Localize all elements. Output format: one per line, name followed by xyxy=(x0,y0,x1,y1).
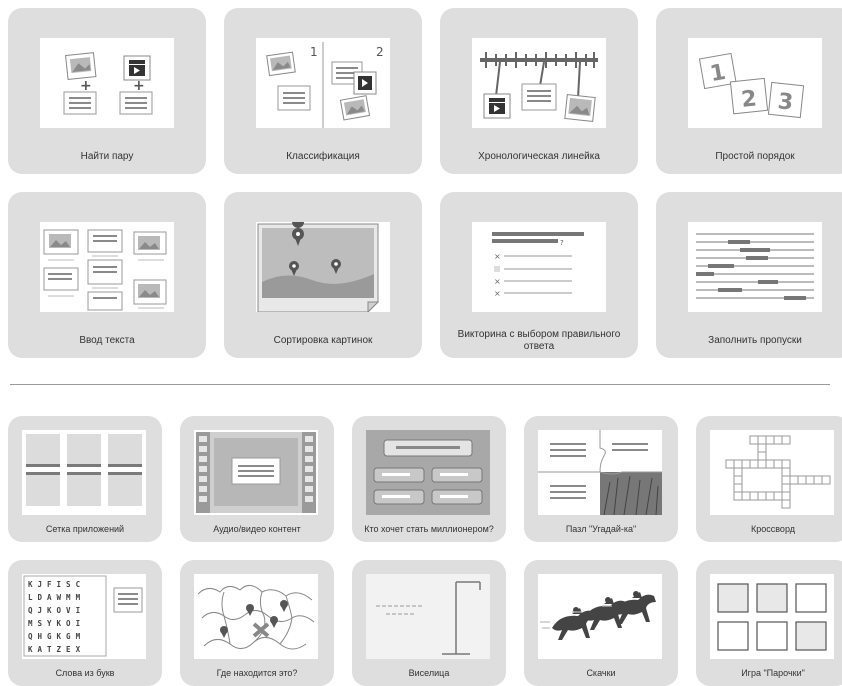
word-grid-row: QJKOVI xyxy=(28,606,85,615)
template-label: Заполнить пропуски xyxy=(708,335,802,346)
word-grid-row: QHGKGM xyxy=(28,632,85,641)
crossword-icon xyxy=(710,430,834,515)
word-grid-row: KJFISC xyxy=(28,580,85,589)
timeline-icon xyxy=(472,38,606,128)
template-label: Кто хочет стать миллионером? xyxy=(364,524,494,534)
order-number-3: 3 xyxy=(776,89,794,115)
template-label: Виселица xyxy=(408,668,450,678)
puzzle-icon xyxy=(538,430,662,515)
template-classification[interactable]: 1 2 Классификация xyxy=(224,8,422,174)
template-label: Сортировка картинок xyxy=(273,335,373,346)
template-millionaire[interactable]: Кто хочет стать миллионером? xyxy=(352,416,506,542)
template-label: Сетка приложений xyxy=(45,524,125,534)
template-simple-order[interactable]: 1 2 3 Простой порядок xyxy=(656,8,842,174)
template-label: Ввод текста xyxy=(79,335,135,346)
horse-race-icon xyxy=(538,574,662,659)
template-label: Игра "Парочки" xyxy=(741,668,805,678)
template-label: Хронологическая линейка xyxy=(478,151,600,162)
template-label: Слова из букв xyxy=(55,668,115,678)
template-label: Аудио/видео контент xyxy=(213,524,301,534)
multiple-choice-quiz-icon: ? × × × xyxy=(472,222,606,312)
template-label: Простой порядок xyxy=(715,151,795,162)
template-hangman[interactable]: Виселица xyxy=(352,560,506,686)
classification-icon: 1 2 xyxy=(256,38,390,128)
word-grid-icon: KJFISC LDAWMM QJKOVI MSYKOI QHGKGM KATZE… xyxy=(22,574,146,659)
image-sort-icon xyxy=(256,222,390,312)
section-divider xyxy=(10,384,830,385)
template-memory-pairs[interactable]: Игра "Парочки" xyxy=(696,560,842,686)
template-label: Пазл "Угадай-ка" xyxy=(565,524,637,534)
template-fill-blanks[interactable]: Заполнить пропуски xyxy=(656,192,842,358)
audio-video-icon xyxy=(194,430,318,515)
template-crossword[interactable]: Кроссворд xyxy=(696,416,842,542)
order-number-2: 2 xyxy=(740,86,758,112)
map-pins-icon xyxy=(194,574,318,659)
template-text-input[interactable]: Ввод текста xyxy=(8,192,206,358)
app-grid-icon xyxy=(22,430,146,515)
memory-pairs-icon xyxy=(710,574,834,659)
template-app-grid[interactable]: Сетка приложений xyxy=(8,416,162,542)
template-label: Где находится это? xyxy=(216,668,298,678)
classification-number-1: 1 xyxy=(310,45,318,59)
fill-blanks-icon xyxy=(688,222,822,312)
template-image-sort[interactable]: Сортировка картинок xyxy=(224,192,422,358)
template-label: Скачки xyxy=(586,668,616,678)
svg-text:?: ? xyxy=(560,239,564,247)
word-grid-row: MSYKOI xyxy=(28,619,85,628)
word-grid-row: LDAWMM xyxy=(28,593,85,602)
template-label: Викторина с выбором правильного ответа xyxy=(457,329,621,352)
template-label: Кроссворд xyxy=(751,524,795,534)
match-pairs-icon: + + xyxy=(40,38,174,128)
template-puzzle[interactable]: Пазл "Угадай-ка" xyxy=(524,416,678,542)
template-word-grid[interactable]: KJFISC LDAWMM QJKOVI MSYKOI QHGKGM KATZE… xyxy=(8,560,162,686)
hangman-icon xyxy=(366,574,490,659)
svg-text:×: × xyxy=(494,289,501,298)
template-multiple-choice-quiz[interactable]: ? × × × Викторина с выбором правильного от… xyxy=(440,192,638,358)
svg-text:×: × xyxy=(494,277,501,286)
simple-order-icon: 1 2 3 xyxy=(688,38,822,128)
template-label: Классификация xyxy=(286,151,360,162)
word-grid-row: KATZEX xyxy=(28,645,85,654)
template-horse-race[interactable]: Скачки xyxy=(524,560,678,686)
template-match-pairs[interactable]: + + Найти пару xyxy=(8,8,206,174)
text-input-icon xyxy=(40,222,174,312)
template-timeline[interactable]: Хронологическая линейка xyxy=(440,8,638,174)
template-label: Найти пару xyxy=(80,151,134,162)
svg-text:×: × xyxy=(494,252,501,261)
classification-number-2: 2 xyxy=(376,45,384,59)
template-audio-video[interactable]: Аудио/видео контент xyxy=(180,416,334,542)
millionaire-icon xyxy=(366,430,490,515)
template-map-pins[interactable]: Где находится это? xyxy=(180,560,334,686)
